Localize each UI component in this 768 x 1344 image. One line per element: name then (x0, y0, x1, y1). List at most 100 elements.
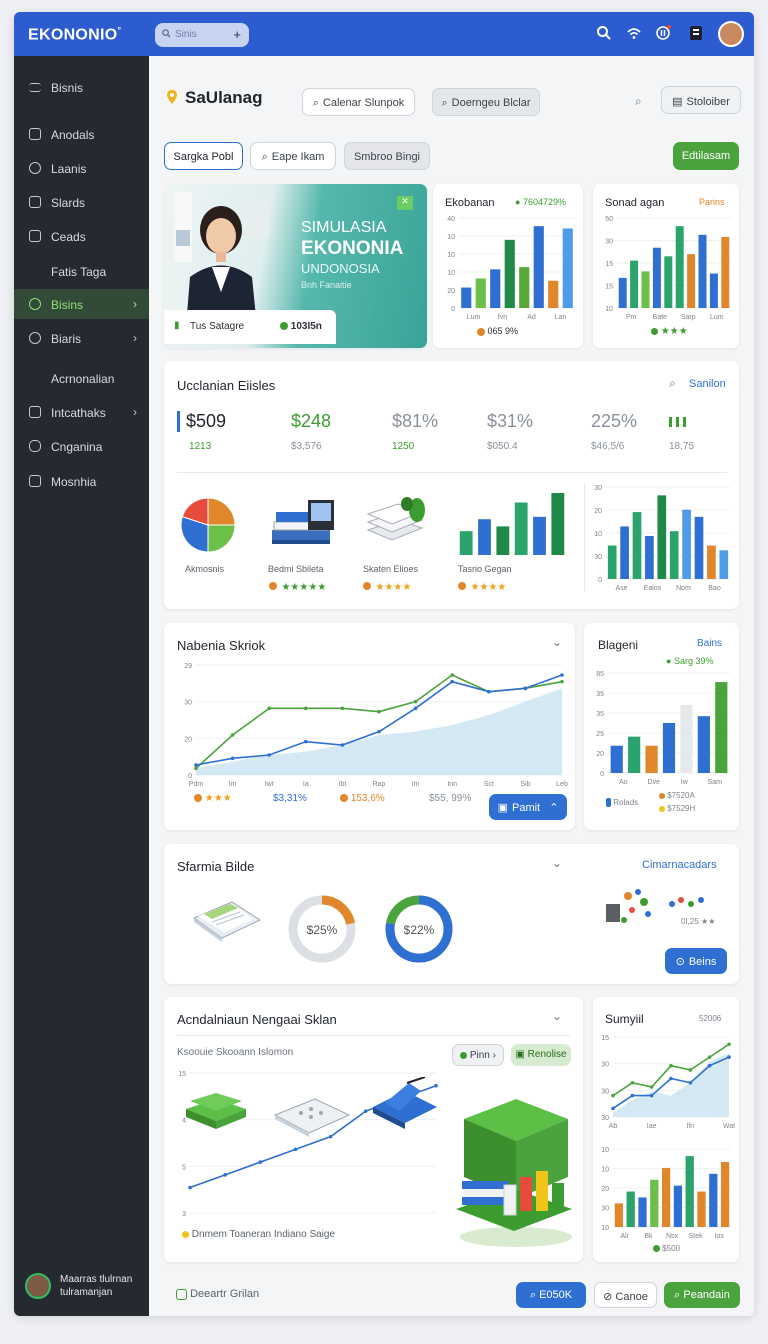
data-point (727, 1055, 731, 1059)
peandain-button[interactable]: ⌕ Peandain (664, 1282, 740, 1308)
sidebar-item-mosnhia[interactable]: Mosnhia (14, 466, 149, 496)
add-icon[interactable]: + (233, 27, 241, 42)
filter-domain-button[interactable]: ⌕ Doerngeu Blclar (432, 88, 540, 116)
hero-badge-value: 103I5n (280, 321, 322, 332)
data-point (649, 1085, 654, 1089)
bar (504, 239, 515, 308)
bar (475, 278, 486, 308)
kpi-subvalue: 1250 (392, 441, 415, 452)
clock-icon (29, 332, 41, 344)
card-title: Nabenia Skriok (177, 638, 266, 653)
data-point (630, 1080, 635, 1085)
user-avatar[interactable] (718, 21, 744, 47)
close-icon[interactable]: ✕ (397, 196, 413, 210)
x-tick-label: Iw (681, 779, 689, 786)
sidebar-item-bisins[interactable]: Bisins › (14, 289, 149, 319)
ekobanan-footer: 065 9% (477, 326, 518, 336)
renolise-pill[interactable]: ▣ Renolise (511, 1044, 571, 1066)
divider (177, 1035, 570, 1036)
sidebar-item-cnganina[interactable]: Cnganina (14, 431, 149, 461)
ekobanan-badge: ● 7604729% (515, 197, 566, 207)
blageni-badge: ● Sarg 39% (666, 656, 714, 666)
sidebar-item-bisnis[interactable]: Bisnis (14, 72, 149, 102)
bar (715, 682, 728, 773)
card-icon (29, 230, 41, 242)
sfarmia-stat: 0I,25 ★★ (681, 917, 716, 926)
data-point (413, 699, 418, 704)
sidebar-item-ceads[interactable]: Ceads (14, 221, 149, 251)
tab-eape-ikam[interactable]: ⌕ Eape Ikam (250, 142, 336, 170)
search-input[interactable]: Sinis + (155, 23, 249, 47)
x-tick-label: Ab (609, 1123, 618, 1130)
notebook-icon (192, 901, 262, 942)
tab-sargka-pobl[interactable]: Sargka Pobl (164, 142, 243, 170)
paper-stack-icon (366, 497, 425, 541)
chevron-down-icon[interactable]: ⌄ (552, 856, 562, 870)
x-tick-label: Ase (615, 585, 627, 592)
filter-calendar-button[interactable]: ⌕ Calenar Slunpok (302, 88, 415, 116)
sidebar: Bisnis Anodals Laanis Slards Ceads Fatis… (14, 56, 149, 1316)
bar (719, 550, 729, 579)
top-bar: EKONONIO° Sinis + (14, 12, 754, 56)
sidebar-item-slards[interactable]: Slards (14, 187, 149, 217)
data-point (377, 709, 381, 714)
data-point (258, 1160, 263, 1164)
e050k-button[interactable]: ⌕ E050K (516, 1282, 586, 1308)
user-profile[interactable]: Maarras tlulrnan tulramanjan (25, 1270, 145, 1306)
edit-button[interactable]: Edtilasam (673, 142, 739, 170)
data-point (727, 1042, 731, 1047)
printer-icon (373, 1077, 437, 1129)
pinn-pill[interactable]: Pinn › (452, 1044, 504, 1066)
line-footer-stat-4: $55, 99% (429, 793, 472, 804)
print-button[interactable]: ▣ Pamit ⌃ (489, 794, 567, 820)
y-tick-label: 10 (605, 306, 613, 313)
stoloiber-button[interactable]: ▤ Stoloiber (661, 86, 741, 114)
data-point (611, 1093, 615, 1098)
donut-2-label: $22% (403, 923, 435, 937)
sidebar-item-label: Intcathaks (51, 406, 106, 420)
beins-button[interactable]: ⊙ Beins (665, 948, 727, 974)
search-icon[interactable] (596, 25, 612, 41)
footer-bar: Deeartr Grilan ⌕ E050K ⊘ Canoe ⌕ Peandai… (164, 1278, 740, 1312)
app-logo[interactable]: EKONONIO° (28, 25, 121, 44)
y-tick-label: 50 (605, 216, 613, 223)
y-tick-label: 30 (601, 1206, 609, 1213)
hero-badge[interactable]: ▮ Tus Satagre 103I5n (164, 310, 336, 344)
summit-bar-chart: 10 10 20 30 10 Alr Bk Nsx Stek Ios (601, 1147, 731, 1240)
notification-icon[interactable] (655, 25, 671, 41)
sidebar-item-intcathaks[interactable]: Intcathaks › (14, 397, 149, 427)
card-link[interactable]: Bains (697, 638, 722, 649)
bar (628, 736, 641, 773)
sidebar-item-anodals[interactable]: Anodals (14, 119, 149, 149)
chevron-down-icon[interactable]: ⌄ (552, 1009, 562, 1023)
hero-banner[interactable]: ✕ SIMULASIA EKONONIA UNDONOSIA Bnh Fanai… (164, 184, 427, 348)
sonad-bar-chart: 50 30 15 15 10 Pm Bate Sarp Lum (605, 216, 731, 321)
bar (519, 267, 530, 308)
divider (584, 483, 585, 591)
data-point (669, 1076, 673, 1081)
sidebar-item-laanis[interactable]: Laanis (14, 153, 149, 183)
card-link[interactable]: Cimarnacadars (642, 859, 717, 871)
search-icon[interactable]: ⌕ (635, 94, 642, 109)
wifi-icon[interactable] (626, 25, 642, 41)
phone-icon[interactable] (688, 25, 704, 41)
page-title: SaUlanag (185, 88, 263, 107)
x-tick-label: Im (229, 781, 237, 788)
bar (496, 526, 510, 555)
search-icon[interactable]: ⌕ (669, 376, 676, 391)
y-tick-label: 35 (596, 711, 604, 718)
bar (650, 1179, 659, 1227)
x-tick-label: Lan (555, 314, 567, 321)
sidebar-item-fatis-taga[interactable]: Fatis Taga (14, 256, 149, 286)
hero-line-1: SIMULASIA (301, 219, 387, 236)
cancel-button[interactable]: ⊘ Canoe (594, 1282, 657, 1308)
x-tick-label: Rap (373, 781, 386, 788)
summit-line-chart: 15303030Ab Iae Ifn Wat (601, 1035, 735, 1130)
card-link[interactable]: Sanilon (689, 378, 726, 390)
tab-smbroo-bingi[interactable]: Smbroo Bingi (344, 142, 430, 170)
data-point (560, 679, 564, 684)
card-link[interactable]: Parins (699, 197, 725, 207)
sidebar-item-acrnonalian[interactable]: Acrnonalian (14, 363, 149, 393)
sidebar-item-biaris[interactable]: Biaris › (14, 323, 149, 353)
chevron-down-icon[interactable]: ⌄ (552, 635, 562, 649)
